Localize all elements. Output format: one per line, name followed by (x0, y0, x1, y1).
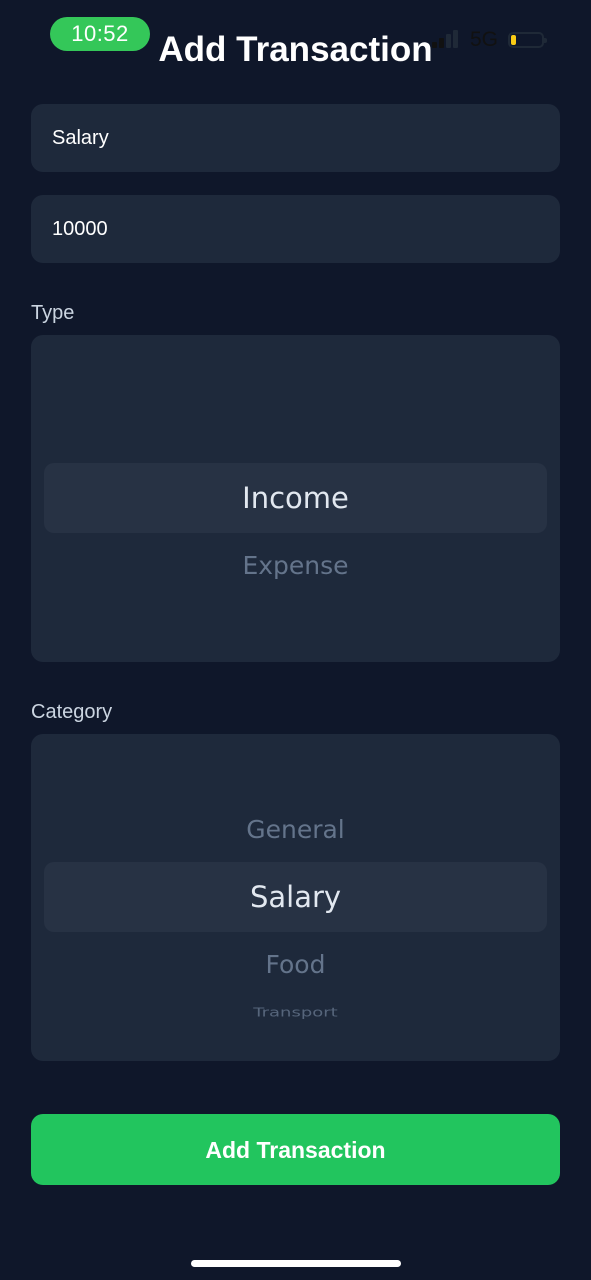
title-input[interactable] (31, 104, 560, 172)
add-transaction-button[interactable]: Add Transaction (31, 1114, 560, 1185)
category-option-general[interactable]: General (31, 815, 560, 844)
screen: 10:52 5G Add Transaction Type Income Exp… (0, 0, 591, 1280)
amount-input[interactable] (31, 195, 560, 263)
type-option-income[interactable]: Income (31, 481, 560, 515)
home-indicator[interactable] (191, 1260, 401, 1267)
category-label: Category (31, 701, 113, 723)
category-option-transport[interactable]: Transport (31, 1005, 560, 1020)
category-picker[interactable]: General Salary Food Transport (31, 734, 560, 1061)
category-option-food[interactable]: Food (31, 950, 560, 979)
type-label: Type (31, 302, 75, 324)
category-option-salary[interactable]: Salary (31, 880, 560, 914)
type-option-expense[interactable]: Expense (31, 551, 560, 580)
page-title: Add Transaction (158, 30, 433, 69)
type-picker[interactable]: Income Expense (31, 335, 560, 662)
